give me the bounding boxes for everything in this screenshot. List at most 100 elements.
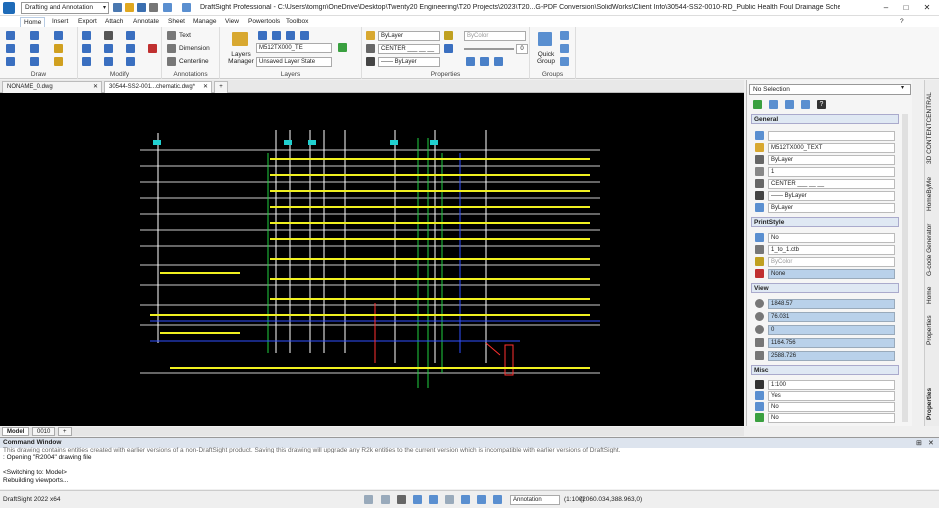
dimension-icon[interactable] bbox=[167, 44, 176, 53]
doc-tab-noname[interactable]: NONAME_0.dwg ✕ bbox=[2, 81, 102, 93]
close-icon[interactable]: ✕ bbox=[93, 82, 98, 93]
stretch-icon[interactable] bbox=[82, 57, 91, 66]
quick-group-icon[interactable] bbox=[538, 32, 552, 46]
tab-homebyme[interactable]: HomeByMe bbox=[926, 172, 938, 216]
text-icon[interactable] bbox=[167, 31, 176, 40]
linestyle-icon[interactable] bbox=[366, 44, 375, 53]
text-button[interactable]: Text bbox=[179, 32, 191, 39]
prop-width[interactable]: 2588.726 bbox=[768, 351, 895, 361]
prop-print-attached[interactable]: None bbox=[768, 269, 895, 279]
tab-properties-active[interactable]: Properties bbox=[926, 386, 938, 422]
doc-tab-schematic[interactable]: 30544-SS2-001...chematic.dwg* ✕ bbox=[104, 81, 212, 93]
selection-select[interactable]: No Selection bbox=[749, 84, 911, 95]
add-layout-icon[interactable]: + bbox=[58, 427, 72, 436]
color-combo[interactable]: ByLayer bbox=[378, 31, 440, 41]
tab-gcode-generator[interactable]: G-code Generator bbox=[926, 220, 938, 280]
prop-linestyle-bylayer[interactable]: ByLayer bbox=[768, 155, 895, 165]
general-section[interactable]: General bbox=[751, 114, 899, 124]
tab-home-side[interactable]: Home bbox=[926, 284, 938, 306]
explode-icon[interactable] bbox=[148, 44, 157, 53]
lineweight-icon[interactable] bbox=[366, 57, 375, 66]
lweight-icon[interactable] bbox=[461, 495, 470, 504]
misc-section[interactable]: Misc bbox=[751, 365, 899, 375]
close-icon[interactable]: ✕ bbox=[928, 439, 934, 447]
prop-print-enabled[interactable]: No bbox=[768, 233, 895, 243]
close-icon[interactable]: ✕ bbox=[917, 2, 937, 14]
move-icon[interactable] bbox=[82, 31, 91, 40]
tab-manage[interactable]: Manage bbox=[193, 17, 217, 27]
layer-combo[interactable]: M512TX000_TE bbox=[256, 43, 332, 53]
region-icon[interactable] bbox=[54, 57, 63, 66]
prop-height[interactable]: 1164.756 bbox=[768, 338, 895, 348]
hatch-icon[interactable] bbox=[54, 44, 63, 53]
circle-icon[interactable] bbox=[30, 44, 39, 53]
linestyle-combo[interactable]: CENTER ___ __ __ bbox=[378, 44, 440, 54]
tab-sheet[interactable]: Sheet bbox=[168, 17, 185, 27]
rotate-icon[interactable] bbox=[82, 44, 91, 53]
select-similar-icon[interactable] bbox=[494, 57, 503, 66]
tab-view[interactable]: View bbox=[225, 17, 239, 27]
esnap-icon[interactable] bbox=[429, 495, 438, 504]
layout-tab-0010[interactable]: 0010 bbox=[32, 427, 56, 436]
save-icon[interactable] bbox=[137, 3, 146, 12]
dimension-button[interactable]: Dimension bbox=[179, 45, 210, 52]
trim-icon[interactable] bbox=[104, 57, 113, 66]
prop-linetype[interactable]: CENTER ___ __ __ bbox=[768, 179, 895, 189]
layer-isolate-icon[interactable] bbox=[272, 31, 281, 40]
ungroup-icon[interactable] bbox=[560, 44, 569, 53]
prop-linescale[interactable]: 1 bbox=[768, 167, 895, 177]
array-icon[interactable] bbox=[104, 31, 113, 40]
help-icon[interactable]: ? bbox=[900, 17, 904, 27]
tab-annotate[interactable]: Annotate bbox=[133, 17, 159, 27]
layer-off-icon[interactable] bbox=[300, 31, 309, 40]
maximize-icon[interactable]: □ bbox=[896, 2, 916, 14]
match-properties-icon[interactable] bbox=[366, 31, 375, 40]
etrack-icon[interactable] bbox=[445, 495, 454, 504]
centerline-button[interactable]: Centerline bbox=[179, 58, 209, 65]
workspace-select[interactable]: Drafting and Annotation ▾ bbox=[21, 2, 109, 14]
grid-icon[interactable] bbox=[381, 495, 390, 504]
pin-icon[interactable]: ⊞ bbox=[916, 439, 922, 447]
prop-transparency[interactable]: ByLayer bbox=[768, 203, 895, 213]
panel-scrollbar[interactable] bbox=[902, 114, 908, 422]
copy-icon[interactable] bbox=[126, 31, 135, 40]
prop-ucs-origin[interactable]: No bbox=[768, 402, 895, 412]
quick-select-icon[interactable] bbox=[480, 57, 489, 66]
command-window[interactable]: Command Window ⊞ ✕ This drawing contains… bbox=[0, 437, 939, 489]
mirror-icon[interactable] bbox=[104, 44, 113, 53]
prop-ucs-on[interactable]: Yes bbox=[768, 391, 895, 401]
new-file-icon[interactable] bbox=[113, 3, 122, 12]
scale-icon[interactable] bbox=[126, 44, 135, 53]
tab-insert[interactable]: Insert bbox=[52, 17, 68, 27]
group-icon[interactable] bbox=[560, 31, 569, 40]
prop-layer[interactable]: M512TX000_TEXT bbox=[768, 143, 895, 153]
line-icon[interactable] bbox=[6, 31, 15, 40]
minimize-icon[interactable]: – bbox=[876, 2, 896, 14]
layers-manager-icon[interactable] bbox=[232, 32, 248, 46]
layer-previous-icon[interactable] bbox=[258, 31, 267, 40]
prop-ucs-per-viewport[interactable]: No bbox=[768, 413, 895, 423]
drawing-canvas[interactable] bbox=[0, 93, 744, 426]
layer-state-combo[interactable]: Unsaved Layer State bbox=[256, 57, 332, 67]
layer-freeze-icon[interactable] bbox=[286, 31, 295, 40]
lineweight-combo[interactable]: —— ByLayer bbox=[378, 57, 440, 67]
prop-annotation-scale[interactable]: 1:100 bbox=[768, 380, 895, 390]
layout-tab-model[interactable]: Model bbox=[2, 427, 30, 436]
prop-center-x[interactable]: 1848.57 bbox=[768, 299, 895, 309]
layers-manager-button[interactable]: Layers Manager bbox=[224, 51, 258, 65]
undo-icon[interactable] bbox=[163, 3, 172, 12]
checkmark-icon[interactable] bbox=[338, 43, 347, 52]
quick-group-button[interactable]: Quick Group bbox=[533, 51, 559, 65]
snap-icon[interactable] bbox=[364, 495, 373, 504]
rectangle-icon[interactable] bbox=[30, 57, 39, 66]
quick-select-icon[interactable] bbox=[785, 100, 794, 109]
polyline-icon[interactable] bbox=[30, 31, 39, 40]
ellipse-icon[interactable] bbox=[6, 57, 15, 66]
tab-attach[interactable]: Attach bbox=[105, 17, 123, 27]
prop-center-y[interactable]: 76.031 bbox=[768, 312, 895, 322]
dynamic-input-icon[interactable] bbox=[493, 495, 502, 504]
print-icon[interactable] bbox=[149, 3, 158, 12]
transparency-slider[interactable] bbox=[464, 48, 514, 50]
prop-center-z[interactable]: 0 bbox=[768, 325, 895, 335]
tab-toolbox[interactable]: Toolbox bbox=[286, 17, 308, 27]
